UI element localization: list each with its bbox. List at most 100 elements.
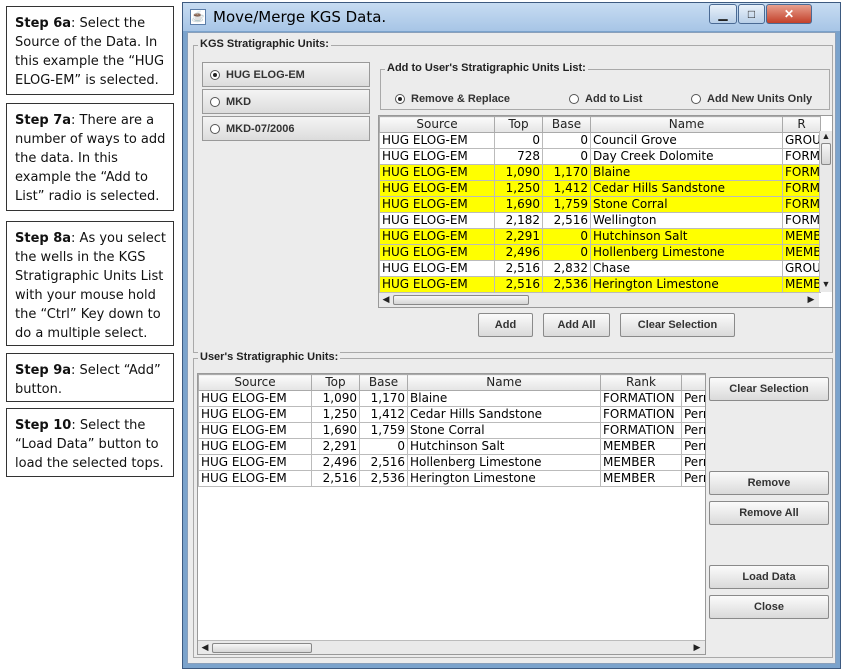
cell-source: HUG ELOG-EM <box>198 438 312 455</box>
cell-name: Hollenberg Limestone <box>590 244 783 261</box>
option-add-to-list[interactable]: Add to List <box>562 93 642 105</box>
cell-extra: Perr <box>681 422 705 439</box>
scroll-left-icon[interactable]: ◀ <box>381 294 391 305</box>
cell-rank: FORM <box>782 212 821 229</box>
table-row[interactable]: HUG ELOG-EM 2,496 2,516 Hollenberg Limeston… <box>198 454 705 471</box>
cell-top: 1,090 <box>494 164 543 181</box>
scroll-right-icon[interactable]: ▶ <box>692 642 702 653</box>
table-row[interactable]: HUG ELOG-EM 2,182 2,516 Wellington FORM <box>379 212 821 229</box>
kgs-units-table[interactable]: Source Top Base Name R HUG ELOG-EM 0 0 Coun… <box>378 115 833 308</box>
kgs-table-vertical-scrollbar[interactable]: ▲ ▼ <box>819 131 832 292</box>
cell-top: 1,690 <box>494 196 543 213</box>
table-row[interactable]: HUG ELOG-EM 1,090 1,170 Blaine FORMATION Perr <box>198 390 705 407</box>
cell-rank: FORM <box>782 196 821 213</box>
column-base[interactable]: Base <box>359 374 408 391</box>
column-source[interactable]: Source <box>379 116 495 133</box>
remove-all-button[interactable]: Remove All <box>709 501 829 525</box>
cell-source: HUG ELOG-EM <box>379 180 495 197</box>
add-button[interactable]: Add <box>478 313 533 337</box>
cell-name: Cedar Hills Sandstone <box>407 406 601 423</box>
cell-name: Blaine <box>407 390 601 407</box>
table-row-selected[interactable]: HUG ELOG-EM 2,291 0 Hutchinson Salt MEMB <box>379 228 821 245</box>
user-table-horizontal-scrollbar[interactable]: ◀ ▶ <box>198 640 705 654</box>
source-mkd[interactable]: MKD <box>202 89 370 114</box>
table-row[interactable]: HUG ELOG-EM 2,516 2,832 Chase GROU <box>379 260 821 277</box>
cell-source: HUG ELOG-EM <box>379 228 495 245</box>
table-row-selected[interactable]: HUG ELOG-EM 1,090 1,170 Blaine FORM <box>379 164 821 181</box>
source-mkd-07-2006[interactable]: MKD-07/2006 <box>202 116 370 141</box>
scroll-thumb[interactable] <box>821 143 831 165</box>
scroll-up-icon[interactable]: ▲ <box>820 131 832 141</box>
kgs-table-horizontal-scrollbar[interactable]: ◀ ▶ <box>379 292 819 307</box>
window-title: Move/Merge KGS Data. <box>213 8 387 26</box>
cell-name: Stone Corral <box>590 196 783 213</box>
column-top[interactable]: Top <box>494 116 543 133</box>
cell-name: Hollenberg Limestone <box>407 454 601 471</box>
table-row-selected[interactable]: HUG ELOG-EM 2,496 0 Hollenberg Limestone MEM… <box>379 244 821 261</box>
cell-rank: MEMBER <box>600 454 682 471</box>
table-row[interactable]: HUG ELOG-EM 728 0 Day Creek Dolomite FORM <box>379 148 821 165</box>
cell-source: HUG ELOG-EM <box>198 406 312 423</box>
column-top[interactable]: Top <box>311 374 360 391</box>
remove-button[interactable]: Remove <box>709 471 829 495</box>
column-name[interactable]: Name <box>407 374 601 391</box>
cell-top: 2,496 <box>311 454 360 471</box>
maximize-button[interactable]: □ <box>738 4 765 24</box>
cell-rank: GROU <box>782 132 821 149</box>
option-label: Add to List <box>585 93 643 105</box>
column-rank[interactable]: R <box>782 116 821 133</box>
table-row[interactable]: HUG ELOG-EM 2,291 0 Hutchinson Salt MEMBER Pe… <box>198 438 705 455</box>
source-hug-elog-em[interactable]: HUG ELOG-EM <box>202 62 370 87</box>
table-row-selected[interactable]: HUG ELOG-EM 2,516 2,536 Herington Limestone… <box>379 276 821 293</box>
minimize-button[interactable]: ▁ <box>709 4 737 24</box>
cell-rank: MEMB <box>782 244 821 261</box>
close-window-button[interactable]: ✕ <box>766 4 812 24</box>
scroll-thumb[interactable] <box>212 643 312 653</box>
table-row[interactable]: HUG ELOG-EM 1,250 1,412 Cedar Hills Sandsto… <box>198 406 705 423</box>
source-label: HUG ELOG-EM <box>226 68 305 81</box>
cell-top: 2,291 <box>311 438 360 455</box>
user-clear-selection-button[interactable]: Clear Selection <box>709 377 829 401</box>
cell-top: 1,250 <box>311 406 360 423</box>
scroll-left-icon[interactable]: ◀ <box>200 642 210 653</box>
option-add-new-units-only[interactable]: Add New Units Only <box>684 93 812 105</box>
column-rank[interactable]: Rank <box>600 374 682 391</box>
table-row[interactable]: HUG ELOG-EM 0 0 Council Grove GROU <box>379 132 821 149</box>
cell-base: 1,170 <box>359 390 408 407</box>
clear-selection-button[interactable]: Clear Selection <box>620 313 735 337</box>
step-title: Step 6a <box>15 16 72 31</box>
column-name[interactable]: Name <box>590 116 783 133</box>
kgs-units-panel: KGS Stratigraphic Units: HUG ELOG-EM MKD… <box>193 38 833 353</box>
radio-icon <box>395 94 405 104</box>
load-data-button[interactable]: Load Data <box>709 565 829 589</box>
scroll-down-icon[interactable]: ▼ <box>820 279 832 289</box>
user-units-table[interactable]: Source Top Base Name Rank HUG ELOG-EM 1,0… <box>197 373 706 655</box>
cell-source: HUG ELOG-EM <box>379 164 495 181</box>
cell-extra: Perr <box>681 406 705 423</box>
scroll-thumb[interactable] <box>393 295 529 305</box>
cell-name: Day Creek Dolomite <box>590 148 783 165</box>
cell-base: 0 <box>542 132 591 149</box>
close-button[interactable]: Close <box>709 595 829 619</box>
cell-base: 0 <box>542 148 591 165</box>
table-row-selected[interactable]: HUG ELOG-EM 1,690 1,759 Stone Corral FORM <box>379 196 821 213</box>
cell-rank: MEMBER <box>600 438 682 455</box>
cell-base: 1,759 <box>542 196 591 213</box>
title-bar[interactable]: ☕ Move/Merge KGS Data. ▁ □ ✕ <box>183 3 840 31</box>
column-extra[interactable] <box>681 374 705 391</box>
column-source[interactable]: Source <box>198 374 312 391</box>
column-base[interactable]: Base <box>542 116 591 133</box>
cell-rank: MEMBER <box>600 470 682 487</box>
table-row[interactable]: HUG ELOG-EM 1,690 1,759 Stone Corral FORMATI… <box>198 422 705 439</box>
cell-top: 2,182 <box>494 212 543 229</box>
cell-top: 2,291 <box>494 228 543 245</box>
scroll-right-icon[interactable]: ▶ <box>806 294 816 305</box>
table-row-selected[interactable]: HUG ELOG-EM 1,250 1,412 Cedar Hills Sandsto… <box>379 180 821 197</box>
option-remove-replace[interactable]: Remove & Replace <box>388 93 510 105</box>
cell-extra: Perr <box>681 470 705 487</box>
add-all-button[interactable]: Add All <box>543 313 610 337</box>
source-label: MKD <box>226 95 252 108</box>
cell-top: 2,516 <box>494 276 543 293</box>
table-row[interactable]: HUG ELOG-EM 2,516 2,536 Herington Limestone… <box>198 470 705 487</box>
cell-source: HUG ELOG-EM <box>198 454 312 471</box>
